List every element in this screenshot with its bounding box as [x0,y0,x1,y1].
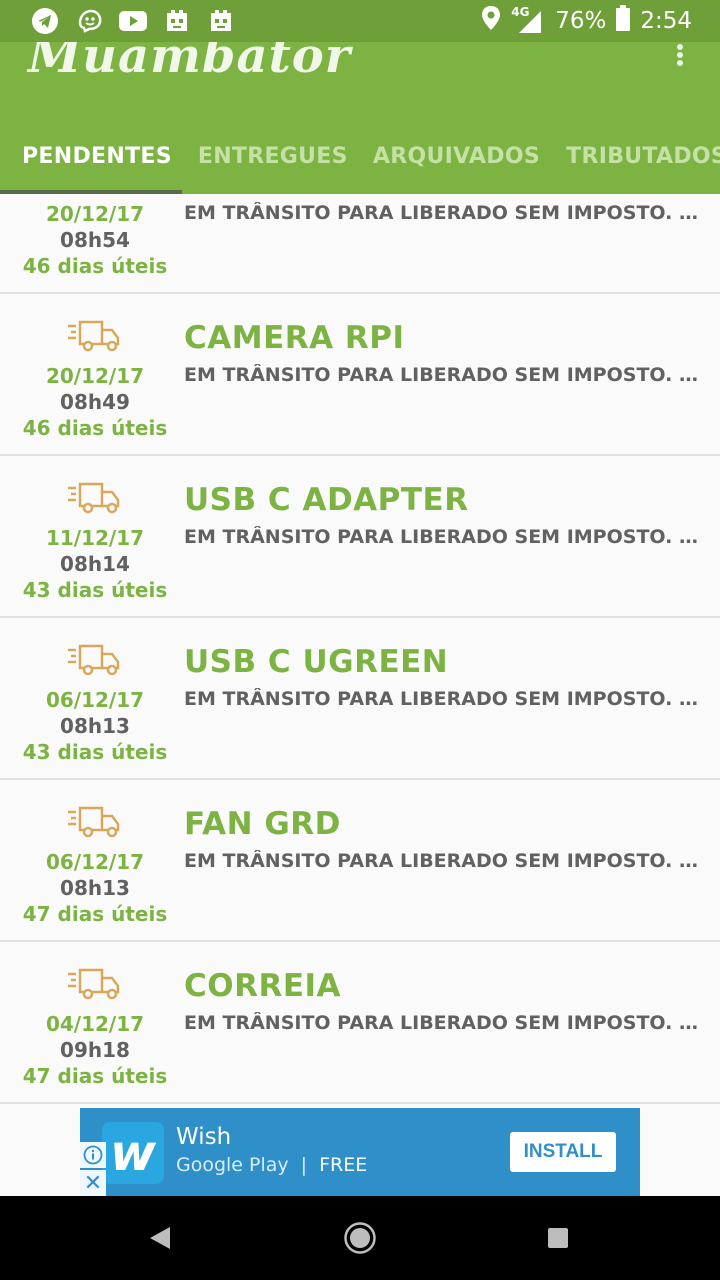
package-status: EM TRÂNSITO PARA LIBERADO SEM IMPOSTO. E… [184,850,700,872]
package-days: 47 dias úteis [22,902,168,926]
package-date: 11/12/17 [45,526,145,550]
package-item[interactable]: 20/12/17 08h49 46 dias úteis CAMERA RPI … [0,294,720,456]
package-date: 06/12/17 [45,688,145,712]
package-date: 04/12/17 [45,1012,145,1036]
package-item[interactable]: 11/12/17 08h14 43 dias úteis USB C ADAPT… [0,456,720,618]
app-bar: Muambator PENDENTES ENTREGUES ARQUIVADOS… [0,42,720,194]
home-icon[interactable] [340,1218,380,1258]
telegram-icon [30,6,60,36]
clock: 2:54 [640,8,692,34]
package-status: EM TRÂNSITO PARA LIBERADO SEM IMPOSTO. E… [184,1012,700,1034]
package-days: 43 dias úteis [22,740,168,764]
recents-icon[interactable] [538,1218,578,1258]
package-days: 47 dias úteis [22,1064,168,1088]
package-time: 08h54 [60,228,130,252]
signal-icon: 4G [511,5,545,35]
back-icon[interactable] [140,1218,180,1258]
tab-label: ENTREGUES [197,143,348,169]
package-date: 20/12/17 [45,364,145,388]
tab-tributados[interactable]: TRIBUTADOS [566,118,720,194]
package-item[interactable]: 04/12/17 09h18 47 dias úteis CORREIA EM … [0,942,720,1104]
truck-icon [68,806,120,838]
ad-close-icon[interactable]: ✕ [80,1170,106,1196]
package-status: EM TRÂNSITO PARA LIBERADO SEM IMPOSTO. E… [184,526,700,548]
package-status: EM TRÂNSITO PARA LIBERADO SEM IMPOSTO. E… [184,364,700,386]
system-indicators: 4G 76% 2:54 [481,0,692,42]
ad-separator: | [300,1154,308,1176]
truck-icon [68,320,120,352]
package-title: FAN GRD [184,806,341,842]
package-time: 08h14 [60,552,130,576]
package-time: 09h18 [60,1038,130,1062]
tab-entregues[interactable]: ENTREGUES [176,118,373,194]
ad-price: FREE [319,1154,368,1176]
package-days: 46 dias úteis [22,416,168,440]
truck-icon [68,644,120,676]
app-logo: Muambator [28,42,352,84]
more-vert-icon[interactable] [668,44,692,66]
package-item[interactable]: 06/12/17 08h13 43 dias úteis USB C UGREE… [0,618,720,780]
package-date: 06/12/17 [45,850,145,874]
package-title: USB C UGREEN [184,644,449,680]
youtube-icon [118,6,148,36]
wish-logo: w [102,1122,164,1184]
game-icon [162,6,192,36]
package-days: 43 dias úteis [22,578,168,602]
tab-label: ARQUIVADOS [372,143,540,169]
battery-icon [616,5,631,37]
ad-info-icon[interactable] [80,1142,106,1168]
tab-label: PENDENTES [22,143,172,169]
package-time: 08h13 [60,876,130,900]
location-icon [481,5,501,37]
ad-banner[interactable]: w Wish Google Play | FREE INSTALL ✕ [80,1108,640,1196]
package-time: 08h49 [60,390,130,414]
truck-icon [68,968,120,1000]
install-button[interactable]: INSTALL [510,1132,616,1172]
tab-pendentes[interactable]: PENDENTES [0,118,176,194]
ad-app-name: Wish [176,1124,232,1150]
status-bar: 4G 76% 2:54 [0,0,720,42]
tab-arquivados[interactable]: ARQUIVADOS [373,118,566,194]
package-item[interactable]: 20/12/17 08h54 46 dias úteis EM TRÂNSITO… [0,194,720,294]
tab-label: TRIBUTADOS [566,143,720,169]
package-date: 20/12/17 [45,202,145,226]
navigation-bar [0,1196,720,1280]
tab-bar: PENDENTES ENTREGUES ARQUIVADOS TRIBUTADO… [0,118,720,194]
package-title: CAMERA RPI [184,320,405,356]
package-list: 20/12/17 08h54 46 dias úteis EM TRÂNSITO… [0,194,720,1104]
package-title: USB C ADAPTER [184,482,469,518]
notification-icons [0,6,236,36]
truck-icon [68,482,120,514]
waze-icon [74,6,104,36]
package-status: EM TRÂNSITO PARA LIBERADO SEM IMPOSTO. E… [184,688,700,710]
battery-percentage: 76% [555,8,607,34]
ad-store-line: Google Play | FREE [176,1154,367,1176]
game-icon [206,6,236,36]
package-status: EM TRÂNSITO PARA LIBERADO SEM IMPOSTO. E… [184,202,700,224]
package-item[interactable]: 06/12/17 08h13 47 dias úteis FAN GRD EM … [0,780,720,942]
package-title: CORREIA [184,968,342,1004]
package-time: 08h13 [60,714,130,738]
package-days: 46 dias úteis [22,254,168,278]
ad-store-name: Google Play [176,1154,289,1176]
